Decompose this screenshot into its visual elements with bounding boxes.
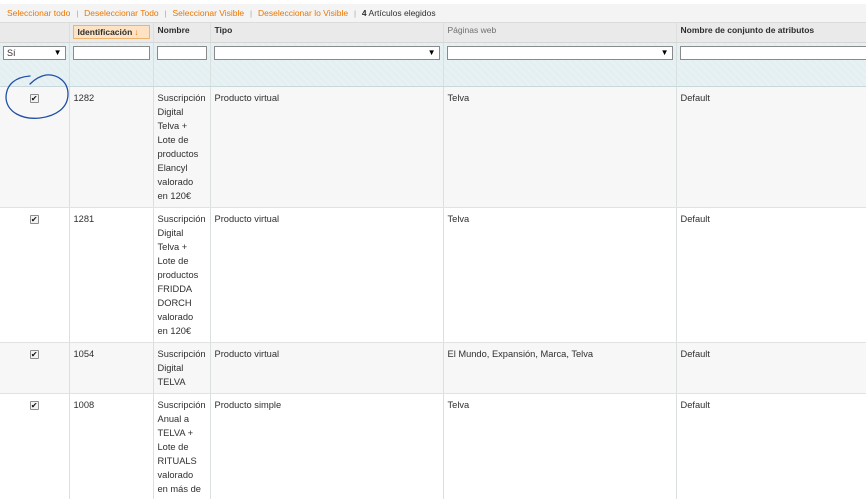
type-heading[interactable]: Tipo bbox=[210, 23, 444, 43]
name-cell: Suscripción Digital TELVA bbox=[153, 342, 211, 394]
massaction-heading bbox=[0, 23, 70, 43]
row-checkbox[interactable]: ✔ bbox=[29, 93, 39, 103]
separator: | bbox=[76, 11, 79, 18]
table-row[interactable]: ✔ 1008 Suscripción Anual a TELVA + Lote … bbox=[0, 393, 866, 499]
attribute-set-filter-input[interactable] bbox=[679, 45, 866, 60]
selected-count: 4 Artículos elegidos bbox=[362, 8, 436, 18]
name-cell: Suscripción Anual a TELVA + Lote de RITU… bbox=[153, 393, 211, 499]
name-filter-input[interactable] bbox=[156, 45, 207, 60]
attribute-set-cell: Default bbox=[676, 342, 866, 394]
websites-cell: El Mundo, Expansión, Marca, Telva bbox=[443, 342, 677, 394]
websites-filter-select[interactable]: ▼ bbox=[446, 45, 673, 60]
select-visible-link[interactable]: Seleccionar Visible bbox=[172, 8, 244, 18]
websites-cell: Telva bbox=[443, 207, 677, 343]
id-cell: 1282 bbox=[69, 86, 154, 208]
row-checkbox[interactable]: ✔ bbox=[29, 400, 39, 410]
table-row[interactable]: ✔ 1281 Suscripción Digital Telva + Lote … bbox=[0, 207, 866, 343]
type-cell: Producto virtual bbox=[210, 207, 444, 343]
dropdown-arrow-icon: ▼ bbox=[53, 47, 62, 57]
type-cell: Producto virtual bbox=[210, 342, 444, 394]
sort-desc-icon[interactable]: ↓ bbox=[134, 27, 138, 37]
websites-cell: Telva bbox=[443, 393, 677, 499]
name-heading[interactable]: Nombre bbox=[153, 23, 211, 43]
websites-heading: Páginas web bbox=[443, 23, 677, 43]
separator: | bbox=[354, 11, 356, 18]
type-cell: Producto simple bbox=[210, 393, 444, 499]
attribute-set-cell: Default bbox=[676, 207, 866, 343]
massaction-filter-select[interactable]: Sí ▼ bbox=[3, 45, 66, 60]
grid-headings: Identificación ↓ Nombre Tipo Páginas web … bbox=[0, 23, 866, 43]
type-cell: Producto virtual bbox=[210, 86, 444, 208]
name-cell: Suscripción Digital Telva + Lote de prod… bbox=[153, 86, 211, 208]
deselect-visible-link[interactable]: Deseleccionar lo Visible bbox=[258, 8, 348, 18]
massaction-bar: Seleccionar todo | Deseleccionar Todo | Sele… bbox=[0, 4, 866, 23]
id-filter-input[interactable] bbox=[72, 45, 150, 60]
id-heading[interactable]: Identificación ↓ bbox=[69, 23, 154, 43]
table-row[interactable]: ✔ 1282 Suscripción Digital Telva + Lote … bbox=[0, 86, 866, 208]
id-cell: 1054 bbox=[69, 342, 154, 394]
dropdown-arrow-icon: ▼ bbox=[427, 47, 436, 57]
separator: | bbox=[250, 11, 252, 18]
deselect-all-link[interactable]: Deseleccionar Todo bbox=[84, 8, 159, 18]
table-row[interactable]: ✔ 1054 Suscripción Digital TELVA Product… bbox=[0, 342, 866, 394]
id-cell: 1281 bbox=[69, 207, 154, 343]
selected-count-label: Artículos elegidos bbox=[366, 8, 436, 18]
filter-row: Sí ▼ ▼ ▼ bbox=[0, 42, 866, 87]
row-checkbox[interactable]: ✔ bbox=[29, 214, 39, 224]
row-checkbox[interactable]: ✔ bbox=[29, 349, 39, 359]
name-cell: Suscripción Digital Telva + Lote de prod… bbox=[153, 207, 211, 343]
separator: | bbox=[164, 11, 167, 18]
id-heading-label[interactable]: Identificación bbox=[78, 27, 133, 37]
attribute-set-cell: Default bbox=[676, 86, 866, 208]
attribute-set-cell: Default bbox=[676, 393, 866, 499]
type-filter-select[interactable]: ▼ bbox=[213, 45, 440, 60]
dropdown-arrow-icon: ▼ bbox=[660, 47, 669, 57]
products-grid: Identificación ↓ Nombre Tipo Páginas web … bbox=[0, 23, 866, 499]
massaction-filter-value: Sí bbox=[7, 47, 16, 58]
attribute-set-heading[interactable]: Nombre de conjunto de atributos bbox=[676, 23, 866, 43]
id-cell: 1008 bbox=[69, 393, 154, 499]
select-all-link[interactable]: Seleccionar todo bbox=[7, 8, 70, 18]
websites-cell: Telva bbox=[443, 86, 677, 208]
